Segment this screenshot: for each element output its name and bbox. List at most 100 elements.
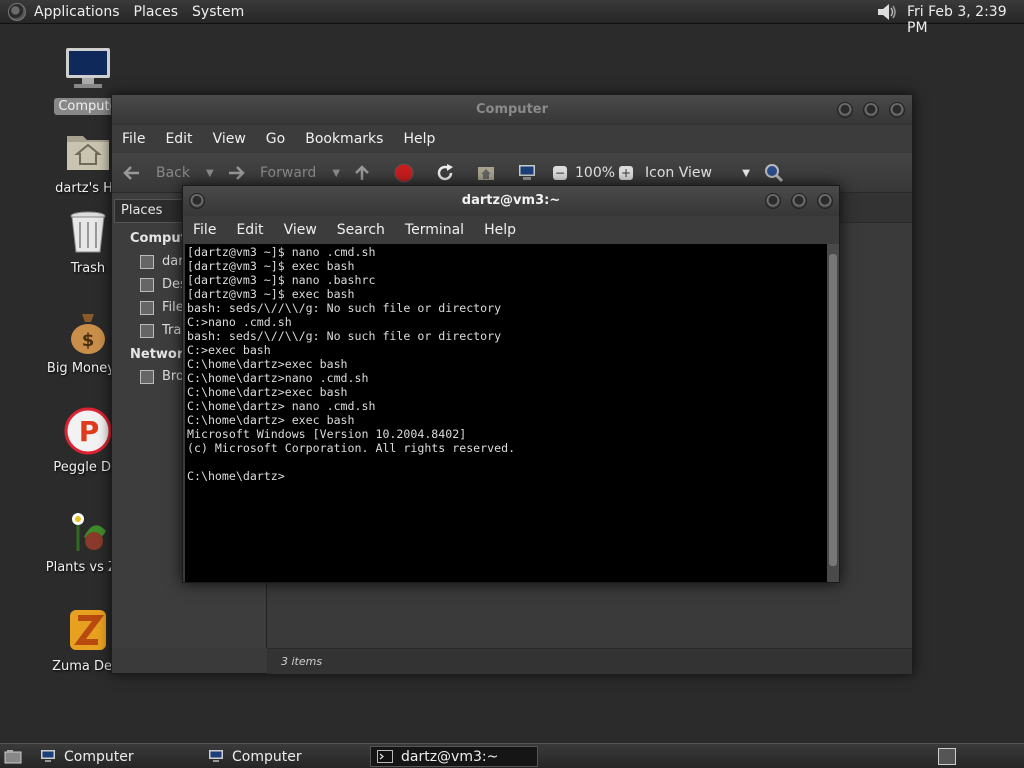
menu-file[interactable]: File xyxy=(112,131,155,147)
home-folder-icon xyxy=(64,128,112,176)
drive-icon xyxy=(140,300,154,315)
terminal-scrollbar[interactable] xyxy=(827,244,839,582)
terminal-line: [dartz@vm3 ~]$ exec bash xyxy=(187,259,355,273)
workspace-switcher[interactable] xyxy=(936,746,960,767)
sidebar-item-trash[interactable]: Tra xyxy=(140,323,181,338)
view-mode-label: Icon View xyxy=(645,165,712,181)
volume-icon[interactable] xyxy=(876,3,898,21)
terminal-icon xyxy=(377,750,393,763)
window-title: dartz@vm3:~ xyxy=(461,193,561,208)
terminal-window: dartz@vm3:~ File Edit View Search Termin… xyxy=(182,185,840,583)
terminal-output: [dartz@vm3 ~]$ nano .cmd.sh [dartz@vm3 ~]… xyxy=(187,245,825,483)
taskbar-item-label: Computer xyxy=(232,748,302,765)
home-icon xyxy=(140,254,154,269)
section-computer: Comput xyxy=(130,231,187,246)
chevron-down-icon[interactable]: ▼ xyxy=(206,168,214,179)
maximize-button[interactable] xyxy=(791,193,807,209)
file-manager-menubar: File Edit View Go Bookmarks Help xyxy=(112,125,912,153)
terminal-menubar: File Edit View Search Terminal Help xyxy=(183,216,839,244)
places-menu[interactable]: Places xyxy=(127,4,186,20)
menu-view[interactable]: View xyxy=(274,222,327,238)
terminal-line: bash: seds/\//\\/g: No such file or dire… xyxy=(187,329,502,343)
top-panel: Applications Places System Fri Feb 3, 2:… xyxy=(0,0,1024,36)
menu-help[interactable]: Help xyxy=(474,222,526,238)
sidebar-item-label: dar xyxy=(162,254,184,269)
money-bag-icon: $ xyxy=(64,308,112,356)
taskbar-item-terminal[interactable]: dartz@vm3:~ xyxy=(370,746,538,767)
terminal-titlebar[interactable]: dartz@vm3:~ xyxy=(183,186,839,216)
computer-icon xyxy=(64,46,112,94)
clock[interactable]: Fri Feb 3, 2:39 PM xyxy=(907,4,1024,36)
terminal-line: [dartz@vm3 ~]$ exec bash xyxy=(187,287,355,301)
svg-text:P: P xyxy=(79,415,100,448)
terminal-line: C:\home\dartz> xyxy=(187,469,285,483)
minimize-button[interactable] xyxy=(765,193,781,209)
trash-icon xyxy=(140,323,154,338)
sidebar-item-home[interactable]: dar xyxy=(140,254,184,269)
sidebar-item-label: File xyxy=(162,300,184,315)
computer-icon xyxy=(209,750,223,762)
terminal-line: C:>exec bash xyxy=(187,343,271,357)
plants-vs-zombies-icon xyxy=(64,507,112,555)
stop-icon xyxy=(394,163,414,183)
show-desktop-icon xyxy=(4,749,22,763)
status-bar: 3 items xyxy=(267,648,912,674)
menu-file[interactable]: File xyxy=(183,222,226,238)
minimize-button[interactable] xyxy=(837,102,853,118)
taskbar-item-label: dartz@vm3:~ xyxy=(401,748,499,765)
menu-go[interactable]: Go xyxy=(256,131,295,147)
zuma-icon xyxy=(64,606,112,654)
menu-edit[interactable]: Edit xyxy=(226,222,273,238)
forward-label: Forward xyxy=(260,165,317,181)
terminal-line: [dartz@vm3 ~]$ nano .bashrc xyxy=(187,273,376,287)
close-button[interactable] xyxy=(817,193,833,209)
back-label: Back xyxy=(156,165,190,181)
menu-edit[interactable]: Edit xyxy=(155,131,202,147)
window-menu-button[interactable] xyxy=(189,193,205,209)
desktop-icon xyxy=(140,277,154,292)
places-header[interactable]: Places xyxy=(114,199,186,223)
zoom-out-icon: − xyxy=(553,166,567,180)
terminal-line: C:>nano .cmd.sh xyxy=(187,315,292,329)
network-icon xyxy=(140,369,154,384)
sidebar-item-label: Bro xyxy=(162,369,184,384)
scrollbar-thumb[interactable] xyxy=(829,254,837,566)
file-manager-titlebar[interactable]: Computer xyxy=(112,95,912,125)
menu-search[interactable]: Search xyxy=(327,222,395,238)
forward-arrow-icon xyxy=(229,166,245,180)
home-icon xyxy=(478,167,494,180)
sidebar-item-label: Tra xyxy=(162,323,182,338)
zoom-in-icon: + xyxy=(619,166,633,180)
close-button[interactable] xyxy=(889,102,905,118)
menu-terminal[interactable]: Terminal xyxy=(395,222,474,238)
system-menu[interactable]: System xyxy=(185,4,251,20)
workspace-icon xyxy=(938,748,956,765)
terminal-line: Microsoft Windows [Version 10.2004.8402] xyxy=(187,427,467,441)
sidebar-item-desktop[interactable]: Des xyxy=(140,277,187,292)
sidebar-item-browse-network[interactable]: Bro xyxy=(140,369,184,384)
back-arrow-icon xyxy=(123,166,139,180)
menu-help[interactable]: Help xyxy=(393,131,445,147)
distro-logo-icon[interactable] xyxy=(8,2,26,21)
sidebar-item-filesystem[interactable]: File xyxy=(140,300,184,315)
terminal-line: [dartz@vm3 ~]$ nano .cmd.sh xyxy=(187,245,376,259)
bottom-panel: Computer Computer dartz@vm3:~ xyxy=(0,743,1024,768)
taskbar-item-computer-2[interactable]: Computer xyxy=(202,746,362,767)
applications-menu[interactable]: Applications xyxy=(27,4,127,20)
menu-bookmarks[interactable]: Bookmarks xyxy=(295,131,393,147)
terminal-line: C:\home\dartz> exec bash xyxy=(187,413,355,427)
computer-icon xyxy=(519,165,535,180)
terminal-line: C:\home\dartz> nano .cmd.sh xyxy=(187,399,376,413)
terminal-line: (c) Microsoft Corporation. All rights re… xyxy=(187,441,516,455)
taskbar-item-computer-1[interactable]: Computer xyxy=(34,746,194,767)
up-arrow-icon xyxy=(355,165,369,180)
desktop-icon-label: Trash xyxy=(70,261,106,276)
menu-view[interactable]: View xyxy=(203,131,256,147)
svg-text:$: $ xyxy=(82,330,95,351)
terminal-line: C:\home\dartz>exec bash xyxy=(187,357,348,371)
computer-icon xyxy=(41,750,55,762)
maximize-button[interactable] xyxy=(863,102,879,118)
terminal-screen[interactable]: [dartz@vm3 ~]$ nano .cmd.sh [dartz@vm3 ~]… xyxy=(185,244,827,582)
show-desktop-button[interactable] xyxy=(0,746,28,767)
chevron-down-icon[interactable]: ▼ xyxy=(332,168,340,179)
